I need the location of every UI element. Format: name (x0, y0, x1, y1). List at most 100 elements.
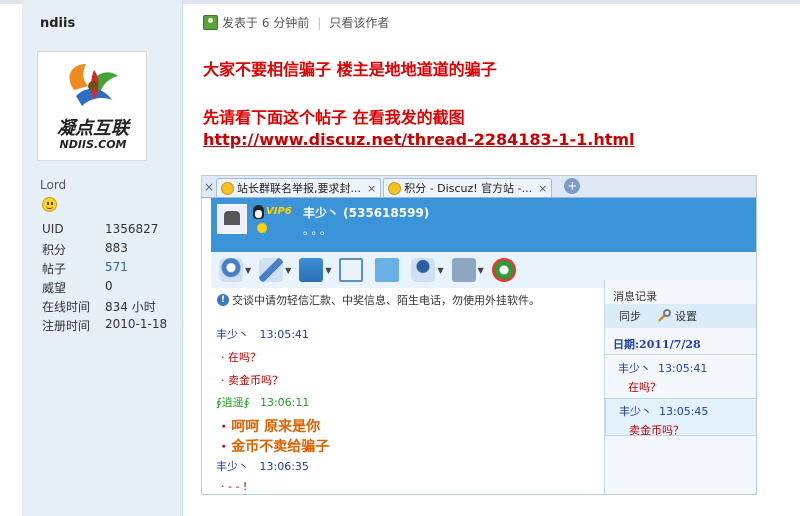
history-time: 13:05:45 (659, 405, 709, 418)
message-body: - - ! (228, 480, 248, 493)
message-header: 丰少丶 13:05:41 (216, 326, 309, 342)
star-icon (257, 223, 267, 233)
message-body: 卖金币吗？ (228, 374, 283, 387)
message-header: ∮逍遥∮ 13:06:11 (216, 394, 309, 410)
settings-button[interactable]: 设置 (675, 308, 697, 324)
voice-call-icon[interactable] (259, 258, 284, 282)
message-sender: 丰少丶 (216, 328, 249, 341)
avatar[interactable]: 凝点互联 NDIIS.COM (37, 51, 147, 161)
browser-tab[interactable]: 积分 - Discuz! 官方站 -... × (383, 178, 553, 197)
message-sender: 丰少丶 (216, 460, 249, 473)
wrench-icon[interactable] (657, 309, 671, 323)
browser-tab[interactable]: 站长群联名举报,要求封... × (216, 178, 382, 197)
message-body: 金币不卖给骗子 (231, 439, 330, 455)
safety-notice: ! 交谈中请勿轻信汇款、中奖信息、陌生电话，勿使用外挂软件。 (211, 288, 603, 312)
message-text: · - - ! (221, 480, 248, 493)
post-meta: 发表于 6 分钟前 | 只看该作者 (203, 14, 389, 31)
stat-value[interactable]: 571 (105, 260, 128, 279)
user-stats: UID 1356827 积分 883 帖子 571 威望 0 在线时间 834 小时注册时间 201… (42, 222, 167, 336)
email-icon[interactable] (339, 258, 364, 282)
browser-tab-label: 积分 - Discuz! 官方站 -... (404, 182, 533, 195)
stat-value: 883 (105, 241, 128, 255)
stat-row: UID 1356827 (42, 222, 167, 241)
close-icon[interactable]: × (367, 182, 376, 195)
message-text: · 在吗？ (221, 351, 261, 364)
divider (605, 354, 756, 355)
chevron-down-icon[interactable]: ▼ (325, 266, 331, 275)
browser-tab-bar: × 站长群联名举报,要求封... × 积分 - Discuz! 官方站 -...… (202, 176, 756, 198)
stat-row: 在线时间 834 小时 (42, 298, 167, 317)
stat-value: 834 小时 (105, 300, 156, 314)
chevron-down-icon[interactable]: ▼ (285, 266, 291, 275)
thread-link[interactable]: http://www.discuz.net/thread-2284183-1-1… (203, 130, 635, 149)
message-history-panel: 消息记录 同步 设置 日期:2011/7/28 丰少丶 13:05:41 在吗？… (604, 280, 756, 494)
penguin-icon (253, 205, 264, 219)
stat-row: 注册时间 2010-1-18 (42, 317, 167, 336)
message-text: · 呵呵 原来是你 (221, 419, 321, 435)
send-file-icon[interactable] (299, 258, 324, 282)
stat-label: 注册时间 (42, 319, 91, 333)
history-sender: 丰少丶 (618, 362, 651, 375)
stat-label: 威望 (42, 281, 67, 295)
online-status-icon (203, 15, 218, 30)
message-time: 13:05:41 (259, 328, 309, 341)
history-title: 消息记录 (613, 290, 657, 303)
sync-button[interactable]: 同步 (619, 308, 641, 324)
new-tab-icon[interactable]: + (564, 178, 581, 194)
history-item[interactable]: 丰少丶 13:05:41 在吗？ (605, 360, 756, 398)
history-toolbar: 同步 设置 (605, 304, 756, 328)
message-body: 呵呵 原来是你 (231, 419, 321, 435)
history-item-header: 丰少丶 13:05:41 (618, 360, 756, 376)
post-time: 发表于 6 分钟前 (222, 16, 310, 30)
history-date: 日期:2011/7/28 (613, 338, 701, 351)
history-message: 卖金币吗？ (629, 424, 684, 437)
qq-icon (388, 181, 402, 195)
history-sender: 丰少丶 (619, 405, 652, 418)
stat-row: 帖子 571 (42, 260, 167, 279)
history-item-header: 丰少丶 13:05:45 (619, 403, 756, 419)
history-time: 13:05:41 (658, 362, 708, 375)
avatar-subtitle: NDIIS.COM (59, 138, 127, 151)
avatar-title: 凝点互联 (57, 118, 129, 139)
stat-label: UID (42, 222, 64, 236)
history-message: 在吗？ (628, 381, 661, 394)
message-time: 13:06:11 (259, 396, 310, 409)
message-header: 丰少丶 13:06:35 (216, 458, 309, 474)
stat-label: 帖子 (42, 262, 67, 276)
contact-name: 丰少丶 (535618599) (303, 206, 430, 220)
post-line-1: 大家不要相信骗子 楼主是地地道道的骗子 (203, 60, 497, 79)
contact-signature: 。。。 (303, 224, 334, 237)
browser-tab-label: 站长群联名举报,要求封... (237, 182, 361, 195)
only-author-link[interactable]: 只看该作者 (329, 14, 389, 31)
post-line-2: 先请看下面这个帖子 在看我发的截图 (203, 108, 465, 127)
smiley-rank-icon (42, 197, 57, 212)
stat-label: 积分 (42, 243, 67, 257)
qq-icon (221, 181, 234, 195)
close-icon[interactable]: × (202, 180, 216, 194)
video-call-icon[interactable] (219, 258, 243, 282)
app-settings-icon[interactable] (451, 258, 476, 282)
stat-row: 积分 883 (42, 241, 167, 260)
history-item-selected[interactable]: 丰少丶 13:05:45 卖金币吗？ (605, 398, 756, 437)
security-icon[interactable] (491, 258, 516, 282)
chevron-down-icon[interactable]: ▼ (245, 266, 251, 275)
stat-row: 威望 0 (42, 279, 167, 298)
chat-messages: 丰少丶 13:05:41 · 在吗？ · 卖金币吗？ ∮逍遥∮ 13:06:11 · 呵… (211, 312, 603, 494)
message-text: · 卖金币吗？ (221, 374, 283, 387)
vip-badge: VIP6 (266, 206, 292, 217)
attached-screenshot[interactable]: × 站长群联名举报,要求封... × 积分 - Discuz! 官方站 -...… (201, 175, 757, 495)
info-icon: ! (217, 294, 229, 306)
remote-assist-icon[interactable] (411, 258, 436, 282)
add-app-icon[interactable] (375, 258, 400, 282)
stat-value: 1356827 (105, 222, 159, 236)
stat-value: 2010-1-18 (105, 317, 168, 331)
contact-avatar[interactable] (217, 204, 247, 234)
safety-notice-text: 交谈中请勿轻信汇款、中奖信息、陌生电话，勿使用外挂软件。 (232, 294, 540, 307)
close-icon[interactable]: × (538, 182, 547, 195)
user-rank: Lord (40, 178, 67, 192)
ndiis-logo-icon (69, 64, 118, 106)
chevron-down-icon[interactable]: ▼ (478, 266, 484, 275)
chevron-down-icon[interactable]: ▼ (437, 266, 443, 275)
message-body: 在吗？ (228, 351, 261, 364)
username-link[interactable]: ndiis (40, 16, 75, 31)
